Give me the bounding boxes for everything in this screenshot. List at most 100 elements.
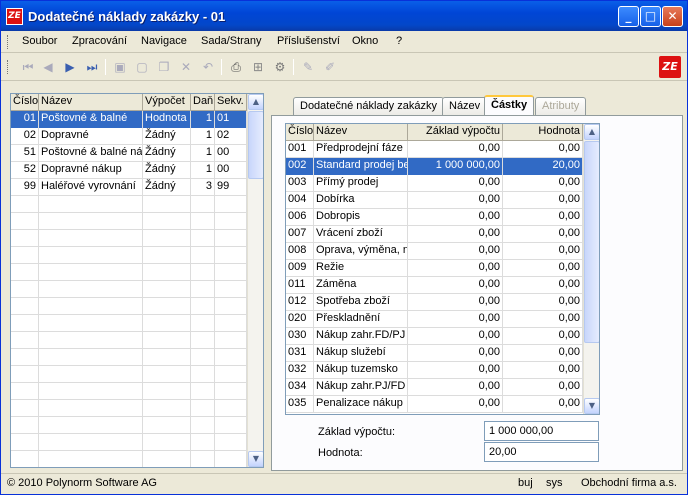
table-row[interactable]: 032 Nákup tuzemsko 0,00 0,00 <box>286 362 583 379</box>
empty-row[interactable] <box>11 315 247 332</box>
table-cell[interactable]: Přeskladnění <box>314 311 408 328</box>
table-cell[interactable] <box>215 366 247 383</box>
empty-row[interactable] <box>11 383 247 400</box>
table-cell[interactable] <box>191 451 215 467</box>
table-cell[interactable] <box>39 417 143 434</box>
table-cell[interactable] <box>191 434 215 451</box>
table-cell[interactable] <box>143 349 191 366</box>
menu-help[interactable]: ? <box>396 35 402 47</box>
table-cell[interactable] <box>191 247 215 264</box>
table-cell[interactable] <box>191 281 215 298</box>
table-cell[interactable]: 02 <box>11 128 39 145</box>
table-cell[interactable]: 02 <box>215 128 247 145</box>
column-header[interactable]: Sekv. <box>215 94 247 111</box>
table-cell[interactable]: 0,00 <box>408 226 503 243</box>
table-row[interactable]: 01 Poštovné & balné Hodnota 1 01 <box>11 111 247 128</box>
table-cell[interactable]: 52 <box>11 162 39 179</box>
table-cell[interactable]: 0,00 <box>503 345 583 362</box>
table-cell[interactable] <box>11 332 39 349</box>
table-row[interactable]: 035 Penalizace nákup 0,00 0,00 <box>286 396 583 413</box>
table-cell[interactable] <box>191 298 215 315</box>
delete-icon[interactable]: ✕ <box>177 58 195 76</box>
table-cell[interactable] <box>143 196 191 213</box>
table-cell[interactable] <box>143 400 191 417</box>
table-cell[interactable]: 1 <box>191 145 215 162</box>
table-cell[interactable] <box>191 230 215 247</box>
table-cell[interactable]: 0,00 <box>503 243 583 260</box>
table-cell[interactable]: Nákup tuzemsko <box>314 362 408 379</box>
table-cell[interactable] <box>39 434 143 451</box>
table-cell[interactable]: 008 <box>286 243 314 260</box>
table-row[interactable]: 02 Dopravné Žádný 1 02 <box>11 128 247 145</box>
column-header[interactable]: Název <box>314 124 408 141</box>
table-cell[interactable] <box>215 451 247 467</box>
table-cell[interactable] <box>11 417 39 434</box>
previous-record-icon[interactable]: ◀ <box>39 58 57 76</box>
table-cell[interactable]: 030 <box>286 328 314 345</box>
table-cell[interactable] <box>191 417 215 434</box>
table-row[interactable]: 034 Nákup zahr.PJ/FD 0,00 0,00 <box>286 379 583 396</box>
table-row[interactable]: 004 Dobírka 0,00 0,00 <box>286 192 583 209</box>
right-grid[interactable]: Číslo Název Základ výpočtu Hodnota 001 Př… <box>285 123 600 415</box>
table-cell[interactable] <box>39 383 143 400</box>
table-cell[interactable]: Dopravné <box>39 128 143 145</box>
table-cell[interactable]: 0,00 <box>408 192 503 209</box>
table-cell[interactable]: 006 <box>286 209 314 226</box>
column-header[interactable]: Hodnota <box>503 124 583 141</box>
table-cell[interactable] <box>39 366 143 383</box>
table-cell[interactable] <box>191 349 215 366</box>
next-record-icon[interactable]: ▶ <box>61 58 79 76</box>
table-cell[interactable]: 0,00 <box>503 141 583 158</box>
table-cell[interactable] <box>143 315 191 332</box>
table-cell[interactable]: 0,00 <box>503 277 583 294</box>
table-cell[interactable] <box>11 281 39 298</box>
empty-row[interactable] <box>11 332 247 349</box>
table-cell[interactable] <box>215 247 247 264</box>
table-cell[interactable]: 1 <box>191 128 215 145</box>
table-cell[interactable] <box>143 417 191 434</box>
table-row[interactable]: 011 Záměna 0,00 0,00 <box>286 277 583 294</box>
table-cell[interactable] <box>11 247 39 264</box>
table-cell[interactable] <box>191 400 215 417</box>
table-cell[interactable]: 1 <box>191 162 215 179</box>
table-cell[interactable]: 0,00 <box>408 328 503 345</box>
table-cell[interactable]: 0,00 <box>408 243 503 260</box>
table-cell[interactable]: Záměna <box>314 277 408 294</box>
table-cell[interactable]: 01 <box>11 111 39 128</box>
empty-row[interactable] <box>11 451 247 467</box>
scroll-thumb[interactable] <box>248 111 263 179</box>
column-header[interactable]: Základ výpočtu <box>408 124 503 141</box>
table-cell[interactable] <box>39 281 143 298</box>
table-row[interactable]: 003 Přímý prodej 0,00 0,00 <box>286 175 583 192</box>
base-field[interactable] <box>484 421 599 441</box>
table-cell[interactable] <box>143 366 191 383</box>
scroll-down-icon[interactable]: ▼ <box>584 398 599 414</box>
table-cell[interactable]: 0,00 <box>503 226 583 243</box>
table-cell[interactable]: Standard prodej be <box>314 158 408 175</box>
table-cell[interactable]: 00 <box>215 145 247 162</box>
table-cell[interactable]: 1 000 000,00 <box>408 158 503 175</box>
table-cell[interactable]: Nákup zahr.PJ/FD <box>314 379 408 396</box>
table-cell[interactable]: 0,00 <box>503 209 583 226</box>
table-cell[interactable]: 001 <box>286 141 314 158</box>
scroll-up-icon[interactable]: ▲ <box>248 94 263 110</box>
table-row[interactable]: 99 Haléřové vyrovnání Žádný 3 99 <box>11 179 247 196</box>
table-cell[interactable] <box>191 315 215 332</box>
table-cell[interactable]: 1 <box>191 111 215 128</box>
table-cell[interactable]: 3 <box>191 179 215 196</box>
table-cell[interactable] <box>39 230 143 247</box>
empty-row[interactable] <box>11 196 247 213</box>
table-cell[interactable] <box>215 281 247 298</box>
table-cell[interactable] <box>11 451 39 467</box>
table-cell[interactable] <box>191 264 215 281</box>
table-cell[interactable]: 0,00 <box>408 345 503 362</box>
table-cell[interactable] <box>215 332 247 349</box>
table-cell[interactable] <box>215 400 247 417</box>
table-cell[interactable] <box>11 400 39 417</box>
menu-sada-strany[interactable]: Sada/Strany <box>201 35 262 47</box>
table-cell[interactable]: 0,00 <box>408 175 503 192</box>
last-record-icon[interactable]: ⏭ <box>83 58 101 76</box>
empty-row[interactable] <box>11 264 247 281</box>
table-row[interactable]: 006 Dobropis 0,00 0,00 <box>286 209 583 226</box>
table-cell[interactable] <box>215 417 247 434</box>
